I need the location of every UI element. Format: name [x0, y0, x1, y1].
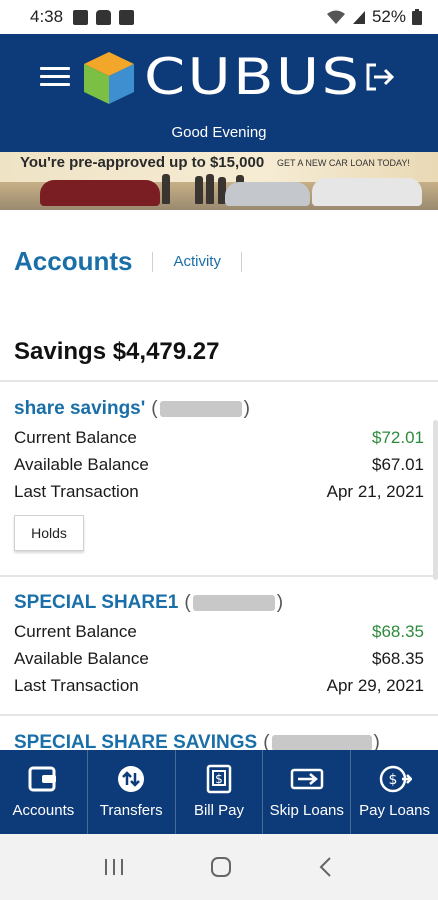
- tab-accounts[interactable]: Accounts: [0, 750, 88, 834]
- transfer-arrows-icon: [118, 766, 145, 792]
- masked-account-number: (): [151, 398, 250, 419]
- system-nav-bar: [0, 834, 438, 900]
- back-icon[interactable]: [316, 856, 336, 878]
- last-transaction-value: Apr 21, 2021: [326, 481, 424, 501]
- divider: [0, 380, 438, 382]
- app-header: CUBUS Good Evening: [0, 34, 438, 152]
- tab-bill-pay[interactable]: $ Bill Pay: [176, 750, 264, 834]
- balance-row: Current Balance $68.35: [14, 618, 424, 645]
- balance-row: Available Balance $68.35: [14, 645, 424, 672]
- balance-row: Available Balance $67.01: [14, 451, 424, 478]
- account-name-row: SPECIAL SHARE1 (): [14, 592, 424, 614]
- home-icon[interactable]: [209, 855, 233, 879]
- divider: [0, 575, 438, 577]
- divider: [240, 251, 242, 272]
- account-name-row: share savings' (): [14, 398, 424, 420]
- row-label: Last Transaction: [14, 481, 139, 501]
- tab-pay-loans[interactable]: $ Pay Loans: [351, 750, 438, 834]
- bottom-tab-bar: Accounts Transfers $ Bill Pay Skip Loans…: [0, 750, 438, 834]
- row-label: Last Transaction: [14, 675, 139, 695]
- masked-account-number: (): [184, 592, 284, 613]
- recent-apps-icon[interactable]: [102, 857, 126, 877]
- pay-loan-icon: $: [379, 765, 412, 793]
- row-label: Available Balance: [14, 454, 149, 474]
- current-balance-value: $68.35: [372, 621, 424, 641]
- bag-notification-icon: [96, 9, 112, 25]
- scrollbar[interactable]: [433, 420, 438, 580]
- wallet-icon: [28, 766, 57, 792]
- divider: [152, 251, 154, 272]
- logout-icon[interactable]: [364, 62, 396, 92]
- brand-name: CUBUS: [144, 48, 362, 106]
- image-notification-icon: [73, 9, 89, 25]
- close-notification-icon: [119, 9, 135, 25]
- svg-text:$: $: [215, 772, 223, 786]
- signal-icon: [352, 10, 365, 24]
- tab-skip-loans[interactable]: Skip Loans: [263, 750, 352, 834]
- tab-label: Bill Pay: [193, 802, 244, 819]
- account-name[interactable]: share savings': [14, 398, 145, 420]
- available-balance-value: $67.01: [372, 454, 424, 474]
- current-balance-value: $72.01: [372, 427, 424, 447]
- status-time: 4:38: [30, 7, 64, 26]
- tab-label: Transfers: [99, 802, 163, 819]
- banner-headline: You're pre-approved up to $15,000: [20, 154, 265, 171]
- battery-percent: 52%: [371, 7, 406, 26]
- banner-cta: GET A NEW CAR LOAN TODAY!: [277, 158, 410, 168]
- cube-logo-icon: [84, 52, 134, 104]
- transaction-row: Last Transaction Apr 29, 2021: [14, 672, 424, 699]
- banner-car-image: [40, 180, 160, 206]
- bill-icon: $: [206, 764, 232, 794]
- accounts-title[interactable]: Accounts: [14, 246, 132, 277]
- svg-text:$: $: [388, 772, 397, 788]
- status-bar: 4:38 52%: [0, 0, 438, 34]
- tab-label: Accounts: [12, 802, 75, 819]
- account-card[interactable]: SPECIAL SHARE1 () Current Balance $68.35…: [14, 592, 424, 699]
- accounts-header: Accounts Activity: [14, 246, 262, 277]
- promo-banner[interactable]: You're pre-approved up to $15,000 GET A …: [0, 152, 438, 210]
- transaction-row: Last Transaction Apr 21, 2021: [14, 478, 424, 505]
- row-label: Current Balance: [14, 621, 137, 641]
- account-name[interactable]: SPECIAL SHARE1: [14, 592, 178, 614]
- tab-label: Skip Loans: [269, 802, 344, 819]
- holds-button[interactable]: Holds: [14, 515, 84, 551]
- balance-row: Current Balance $72.01: [14, 424, 424, 451]
- savings-total: Savings $4,479.27: [14, 338, 220, 365]
- available-balance-value: $68.35: [372, 648, 424, 668]
- activity-link[interactable]: Activity: [173, 253, 221, 270]
- divider: [0, 714, 438, 716]
- greeting-text: Good Evening: [171, 124, 267, 141]
- skip-loan-icon: [290, 768, 324, 790]
- account-card[interactable]: share savings' () Current Balance $72.01…: [14, 398, 424, 551]
- tab-transfers[interactable]: Transfers: [88, 750, 176, 834]
- row-label: Available Balance: [14, 648, 149, 668]
- row-label: Current Balance: [14, 427, 137, 447]
- menu-icon[interactable]: [40, 67, 70, 87]
- wifi-icon: [326, 10, 345, 24]
- last-transaction-value: Apr 29, 2021: [326, 675, 424, 695]
- tab-label: Pay Loans: [359, 802, 431, 819]
- battery-icon: [412, 9, 422, 25]
